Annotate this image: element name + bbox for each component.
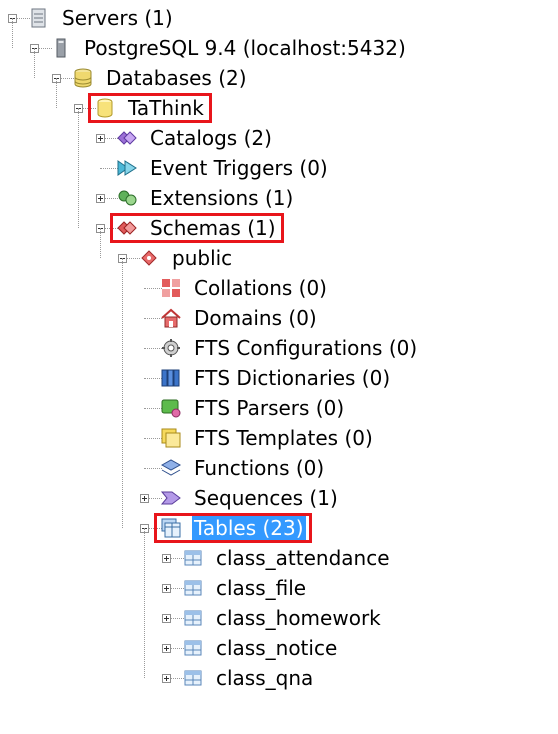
tree-node[interactable]: class_homework	[182, 603, 383, 633]
tree-node-label[interactable]: Functions (0)	[192, 456, 326, 480]
tree-node[interactable]: class_file	[182, 573, 308, 603]
tree-node[interactable]: FTS Dictionaries (0)	[160, 363, 392, 393]
fts-configurations-icon	[160, 337, 182, 359]
tree-node-label[interactable]: FTS Dictionaries (0)	[192, 366, 392, 390]
expand-icon[interactable]	[162, 584, 171, 593]
expand-icon[interactable]	[162, 674, 171, 683]
collations-icon	[160, 277, 182, 299]
tree-node[interactable]: Catalogs (2)	[116, 123, 274, 153]
fts-parsers-icon	[160, 397, 182, 419]
tree-node[interactable]: class_notice	[182, 633, 339, 663]
tree-node[interactable]: Tables (23)	[160, 513, 306, 543]
tree-node-label[interactable]: Catalogs (2)	[148, 126, 274, 150]
tree-node-label[interactable]: Extensions (1)	[148, 186, 295, 210]
domains-icon	[160, 307, 182, 329]
table-icon	[182, 547, 204, 569]
tree-node-label[interactable]: class_homework	[214, 606, 383, 630]
postgresql-server-icon	[50, 37, 72, 59]
tree-connector	[78, 108, 79, 228]
tree-connector	[100, 228, 101, 258]
tree-node-label[interactable]: public	[170, 246, 234, 270]
event-triggers-icon	[116, 157, 138, 179]
database-icon	[94, 97, 116, 119]
expand-icon[interactable]	[96, 194, 105, 203]
tree-node-label[interactable]: class_file	[214, 576, 308, 600]
tree-node-label[interactable]: Sequences (1)	[192, 486, 340, 510]
extensions-icon	[116, 187, 138, 209]
tree-node-label[interactable]: class_notice	[214, 636, 339, 660]
fts-templates-icon	[160, 427, 182, 449]
tables-icon	[160, 517, 182, 539]
server-icon	[28, 7, 50, 29]
tree-node[interactable]: FTS Parsers (0)	[160, 393, 346, 423]
tree-connector	[144, 528, 145, 678]
table-icon	[182, 607, 204, 629]
schema-icon	[138, 247, 160, 269]
tree-node[interactable]: FTS Templates (0)	[160, 423, 375, 453]
tree-node[interactable]: Sequences (1)	[160, 483, 340, 513]
tree-node-label[interactable]: Schemas (1)	[148, 216, 278, 240]
expand-icon[interactable]	[140, 494, 149, 503]
expand-icon[interactable]	[162, 644, 171, 653]
tree-node[interactable]: TaThink	[94, 93, 206, 123]
tree-node-label[interactable]: class_qna	[214, 666, 315, 690]
tree-node-label[interactable]: PostgreSQL 9.4 (localhost:5432)	[82, 36, 408, 60]
tree-connector	[34, 48, 35, 78]
tree-connector	[12, 18, 13, 48]
table-icon	[182, 577, 204, 599]
tree-node[interactable]: PostgreSQL 9.4 (localhost:5432)	[50, 33, 408, 63]
tree-node[interactable]: class_attendance	[182, 543, 392, 573]
tree-node[interactable]: Domains (0)	[160, 303, 319, 333]
tree-node-label[interactable]: Collations (0)	[192, 276, 329, 300]
functions-icon	[160, 457, 182, 479]
tree-node-label[interactable]: FTS Parsers (0)	[192, 396, 346, 420]
schemas-icon	[116, 217, 138, 239]
tree-node-label[interactable]: Tables (23)	[192, 516, 306, 540]
tree-node-label[interactable]: Servers (1)	[60, 6, 175, 30]
expand-icon[interactable]	[162, 614, 171, 623]
tree-node-label[interactable]: TaThink	[126, 96, 206, 120]
tree-node-label[interactable]: Databases (2)	[104, 66, 249, 90]
tree-node[interactable]: Extensions (1)	[116, 183, 295, 213]
tree-node[interactable]: public	[138, 243, 234, 273]
tree-node-label[interactable]: Event Triggers (0)	[148, 156, 330, 180]
tree-node-label[interactable]: FTS Templates (0)	[192, 426, 375, 450]
tree-node[interactable]: Event Triggers (0)	[116, 153, 330, 183]
tree-node-label[interactable]: class_attendance	[214, 546, 392, 570]
tree-connector	[56, 78, 57, 108]
tree-node[interactable]: Functions (0)	[160, 453, 326, 483]
tree-node[interactable]: FTS Configurations (0)	[160, 333, 419, 363]
tree-connector	[122, 258, 123, 528]
catalogs-icon	[116, 127, 138, 149]
fts-dictionaries-icon	[160, 367, 182, 389]
tree-node[interactable]: Databases (2)	[72, 63, 249, 93]
tree-node[interactable]: Schemas (1)	[116, 213, 278, 243]
tree-node[interactable]: Collations (0)	[160, 273, 329, 303]
expand-icon[interactable]	[162, 554, 171, 563]
tree-node-label[interactable]: Domains (0)	[192, 306, 319, 330]
object-browser-tree[interactable]: Servers (1) PostgreSQL 9.4 (localhost:543…	[0, 0, 558, 734]
databases-icon	[72, 67, 94, 89]
sequences-icon	[160, 487, 182, 509]
tree-node-label[interactable]: FTS Configurations (0)	[192, 336, 419, 360]
table-icon	[182, 667, 204, 689]
table-icon	[182, 637, 204, 659]
tree-node[interactable]: Servers (1)	[28, 3, 175, 33]
tree-node[interactable]: class_qna	[182, 663, 315, 693]
expand-icon[interactable]	[96, 134, 105, 143]
